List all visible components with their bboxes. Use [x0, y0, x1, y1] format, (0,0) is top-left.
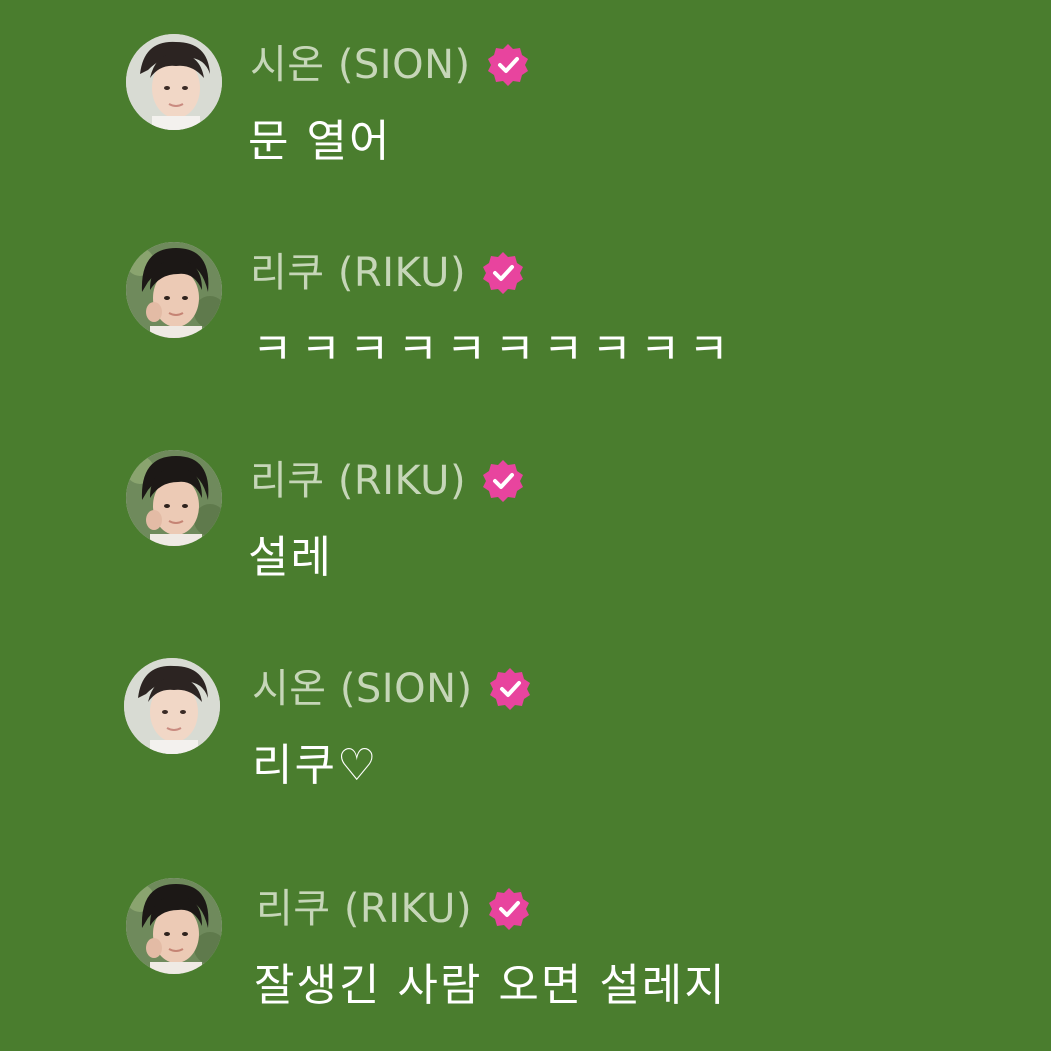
avatar[interactable] — [126, 242, 222, 338]
username[interactable]: 리쿠 (RIKU) — [250, 456, 466, 506]
username-row: 리쿠 (RIKU) — [250, 248, 526, 298]
verified-badge-icon — [486, 886, 532, 932]
message-text: 문 열어 — [248, 116, 392, 167]
verified-badge-icon — [485, 42, 531, 88]
username[interactable]: 시온 (SION) — [250, 40, 471, 90]
username-row: 리쿠 (RIKU) — [250, 456, 526, 506]
chat-message: 리쿠 (RIKU) 설레 — [0, 450, 1051, 610]
chat-message: 시온 (SION) 리쿠♡ — [0, 658, 1051, 818]
username-row: 리쿠 (RIKU) — [256, 884, 532, 934]
verified-badge-icon — [480, 250, 526, 296]
verified-badge-icon — [487, 666, 533, 712]
avatar[interactable] — [126, 34, 222, 130]
chat-message: 리쿠 (RIKU) 잘생긴 사람 오면 설레지 — [0, 878, 1051, 1038]
avatar[interactable] — [126, 450, 222, 546]
chat-message: 시온 (SION) 문 열어 — [0, 34, 1051, 194]
avatar[interactable] — [126, 878, 222, 974]
message-text: 리쿠♡ — [252, 740, 379, 791]
avatar[interactable] — [124, 658, 220, 754]
username-row: 시온 (SION) — [252, 664, 533, 714]
message-text: 잘생긴 사람 오면 설레지 — [254, 960, 727, 1011]
username[interactable]: 리쿠 (RIKU) — [256, 884, 472, 934]
message-text: 설레 — [248, 532, 333, 583]
chat-message: 리쿠 (RIKU) ㅋㅋㅋㅋㅋㅋㅋㅋㅋㅋ — [0, 242, 1051, 402]
username[interactable]: 리쿠 (RIKU) — [250, 248, 466, 298]
message-text: ㅋㅋㅋㅋㅋㅋㅋㅋㅋㅋ — [252, 324, 737, 375]
username-row: 시온 (SION) — [250, 40, 531, 90]
chat-feed: 시온 (SION) 문 열어 리쿠 (RIKU) ㅋㅋㅋㅋㅋㅋㅋㅋㅋㅋ 리쿠 (… — [0, 0, 1051, 1051]
username[interactable]: 시온 (SION) — [252, 664, 473, 714]
verified-badge-icon — [480, 458, 526, 504]
